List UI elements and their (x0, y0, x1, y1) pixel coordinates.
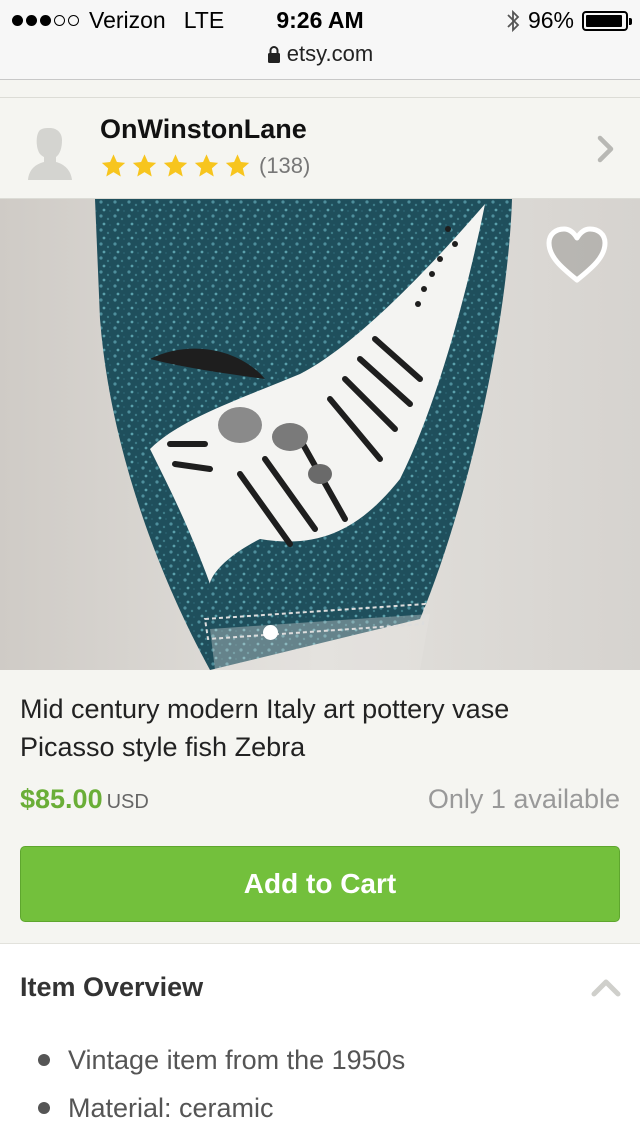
add-to-cart-button[interactable]: Add to Cart (20, 846, 620, 922)
bluetooth-icon (507, 9, 520, 32)
browser-chrome: Verizon LTE 9:26 AM 96% etsy.com (0, 0, 640, 80)
address-bar[interactable]: etsy.com (0, 41, 640, 67)
overview-item-text: Material: ceramic (68, 1092, 274, 1123)
signal-strength-icon (12, 15, 79, 26)
star-icon (163, 154, 188, 177)
shop-header[interactable]: OnWinstonLane (138) (0, 97, 640, 199)
listing-image[interactable] (0, 199, 640, 670)
overview-list: Vintage item from the 1950s Material: ce… (38, 1036, 405, 1132)
favorite-heart-icon[interactable] (544, 225, 610, 285)
avatar (28, 128, 72, 180)
lock-icon (267, 46, 280, 63)
battery-icon (582, 10, 632, 31)
image-pager-dot[interactable] (263, 625, 278, 640)
star-icon (101, 154, 126, 177)
listing-title-line1: Mid century modern Italy art pottery vas… (20, 694, 510, 724)
carrier-name: Verizon (89, 7, 166, 33)
list-item: Material: ceramic (38, 1084, 405, 1132)
star-icon (225, 154, 250, 177)
star-icon (132, 154, 157, 177)
carrier-info: Verizon LTE (12, 7, 224, 34)
overview-item-text: Vintage item from the 1950s (68, 1044, 406, 1075)
item-overview-section: Item Overview Vintage item from the 1950… (0, 943, 640, 1136)
item-overview-heading[interactable]: Item Overview (20, 972, 203, 1003)
price-currency: USD (106, 791, 149, 813)
battery-percent: 96% (527, 7, 574, 33)
url-text: etsy.com (286, 41, 374, 66)
listing-title: Mid century modern Italy art pottery vas… (20, 690, 620, 766)
battery-info: 96% (506, 7, 632, 34)
chevron-up-icon[interactable] (590, 976, 622, 998)
availability-text: Only 1 available (427, 784, 620, 814)
price-amount: $85.00 (20, 784, 103, 814)
chevron-right-icon[interactable] (596, 134, 616, 164)
rating-stars (99, 152, 252, 180)
listing-title-line2: Picasso style fish Zebra (20, 732, 306, 762)
star-icon (194, 154, 219, 177)
status-bar: Verizon LTE 9:26 AM 96% (0, 7, 640, 37)
listing-price: $85.00 USD (20, 784, 149, 815)
list-item: Vintage item from the 1950s (38, 1036, 405, 1084)
review-count: (138) (259, 153, 311, 178)
shop-rating: (138) (99, 152, 310, 180)
network-type: LTE (183, 7, 225, 33)
shop-name[interactable]: OnWinstonLane (100, 114, 307, 145)
